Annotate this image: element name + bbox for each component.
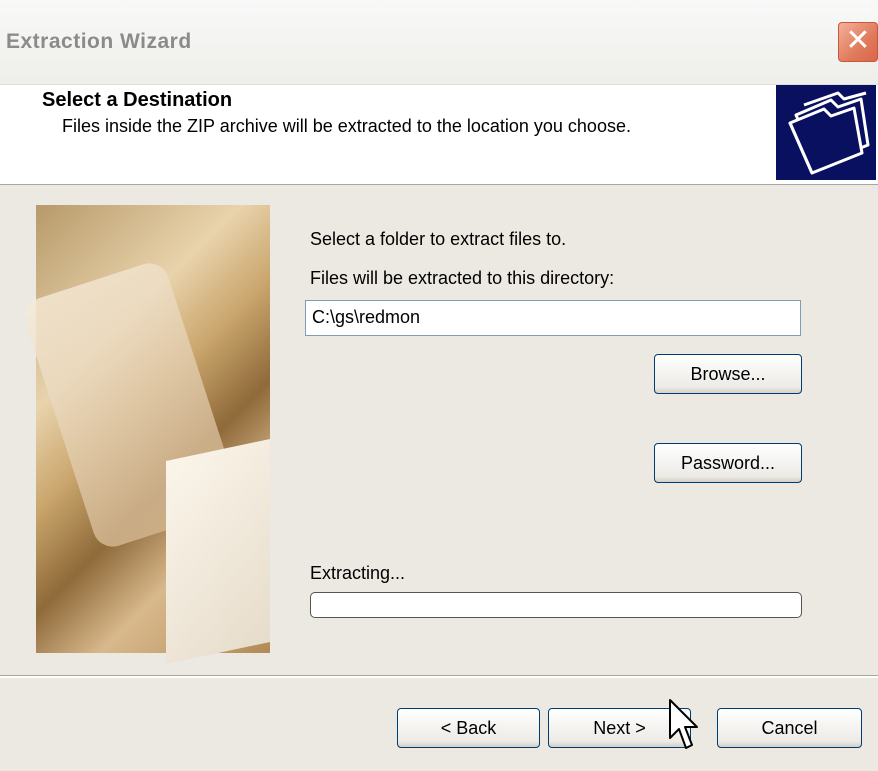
mouse-cursor-icon bbox=[669, 699, 698, 749]
cancel-button[interactable]: Cancel bbox=[717, 708, 862, 748]
folders-icon bbox=[776, 85, 876, 180]
close-icon: ✕ bbox=[845, 24, 871, 57]
extracting-label: Extracting... bbox=[310, 563, 406, 583]
instruction-label: Select a folder to extract files to. bbox=[310, 229, 567, 249]
image-paper bbox=[166, 438, 270, 665]
wizard-side-image bbox=[19, 205, 270, 665]
close-button[interactable]: ✕ bbox=[838, 22, 878, 62]
password-button[interactable]: Password... bbox=[654, 443, 802, 483]
directory-label: Files will be extracted to this director… bbox=[310, 268, 615, 288]
page-subtitle: Files inside the ZIP archive will be ext… bbox=[62, 116, 631, 136]
footer-divider bbox=[0, 675, 878, 678]
directory-input[interactable]: C:\gs\redmon bbox=[305, 300, 801, 336]
browse-button[interactable]: Browse... bbox=[654, 354, 802, 394]
wizard-header: Select a Destination Files inside the ZI… bbox=[0, 85, 878, 185]
extract-progress-bar bbox=[310, 592, 802, 618]
back-button[interactable]: < Back bbox=[397, 708, 540, 748]
title-bar: Extraction Wizard ✕ bbox=[0, 0, 878, 85]
window-title: Extraction Wizard bbox=[6, 30, 192, 53]
page-title: Select a Destination bbox=[42, 89, 233, 111]
